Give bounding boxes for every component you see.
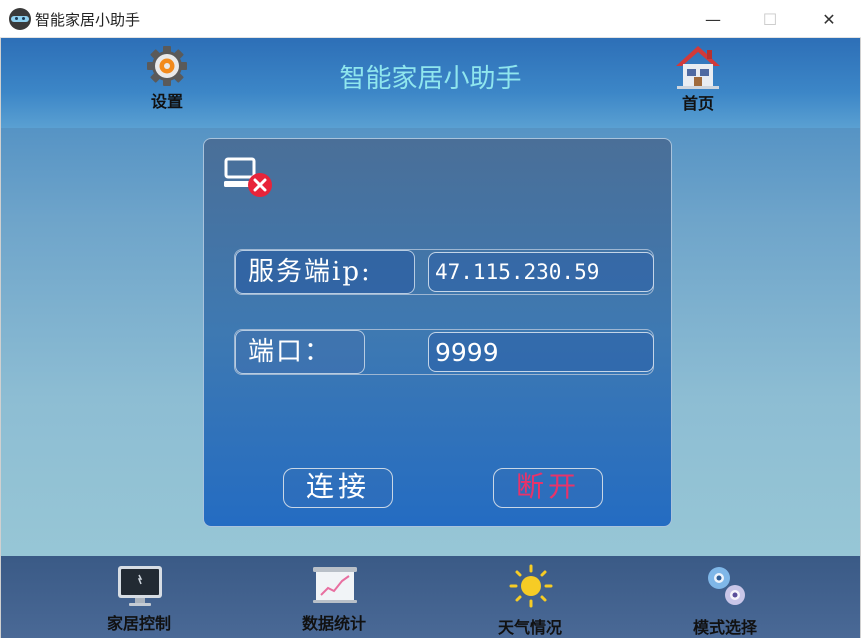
house-icon: [676, 46, 720, 89]
nav-mode-select[interactable]: 模式选择: [670, 560, 780, 637]
gears-icon: [708, 567, 745, 605]
window-title: 智能家居小助手: [35, 11, 141, 29]
port-row: 端口：: [234, 329, 654, 375]
maximize-button[interactable]: ☐: [747, 0, 793, 38]
nav-data-stats[interactable]: 数据统计: [279, 560, 389, 634]
server-ip-label: 服务端ip:: [235, 250, 415, 294]
port-label: 端口：: [235, 330, 365, 374]
disconnect-button[interactable]: 断开: [493, 468, 603, 508]
server-ip-input[interactable]: [428, 252, 654, 292]
connection-panel: 服务端ip: 端口： 连接 断开: [203, 138, 672, 527]
sun-icon: [509, 564, 553, 608]
minimize-button[interactable]: —: [690, 0, 736, 38]
app-robot-icon: [9, 8, 31, 30]
nav-weather[interactable]: 天气情况: [475, 560, 585, 637]
nav-home-control[interactable]: 家居控制: [84, 560, 194, 634]
bottom-nav: 家居控制 数据统计 天气情况 模式选择: [1, 556, 860, 638]
nav-mode-select-label: 模式选择: [692, 618, 757, 637]
header-bar: 设置 智能家居小助手 首页: [1, 38, 860, 128]
close-button[interactable]: ✕: [806, 0, 852, 38]
home-button[interactable]: 首页: [658, 44, 738, 114]
nav-weather-label: 天气情况: [497, 618, 562, 637]
window-titlebar: 智能家居小助手 — ☐ ✕: [0, 0, 861, 38]
server-ip-row: 服务端ip:: [234, 249, 654, 295]
home-label: 首页: [681, 94, 714, 113]
nav-data-stats-label: 数据统计: [301, 614, 366, 633]
chart-board-icon: [313, 567, 357, 603]
port-input[interactable]: [428, 332, 654, 372]
nav-home-control-label: 家居控制: [106, 614, 171, 633]
disconnected-computer-icon: [224, 157, 272, 197]
connect-button[interactable]: 连接: [283, 468, 393, 508]
main-area: 设置 智能家居小助手 首页 服务端ip: 47.115.230.59 端口： 9…: [0, 38, 861, 638]
monitor-icon: [118, 566, 162, 606]
